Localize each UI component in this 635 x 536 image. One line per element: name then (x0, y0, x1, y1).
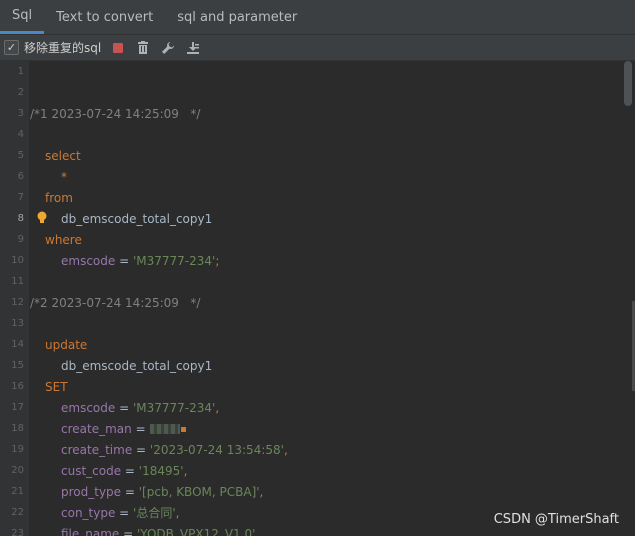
line-number: 1 (17, 66, 24, 77)
sql-keyword: from (45, 190, 73, 205)
editor-line: 5 select (0, 145, 620, 166)
sql-keyword: where (45, 232, 82, 247)
editor-line: 3 /*1 2023-07-24 14:25:09 */ (0, 103, 620, 124)
line-number: 6 (17, 171, 24, 182)
sql-comment: /*1 2023-07-24 14:25:09 */ (30, 106, 201, 121)
editor-line: 7 from (0, 187, 620, 208)
editor-line: 16 SET (0, 376, 620, 397)
line-number: 14 (11, 339, 24, 350)
line-number: 21 (11, 486, 24, 497)
line-number: 5 (17, 150, 24, 161)
editor-line: 12 /*2 2023-07-24 14:25:09 */ (0, 292, 620, 313)
editor-line: 4 (0, 124, 620, 145)
sql-statement: emscode = 'M37777-234'; (61, 253, 220, 268)
tab-sql-and-parameter[interactable]: sql and parameter (165, 0, 309, 34)
sql-assignment: cust_code = '18495', (61, 463, 188, 478)
line-number: 17 (11, 402, 24, 413)
line-number: 3 (17, 108, 24, 119)
trash-icon[interactable] (135, 40, 151, 56)
editor-line: 15 db_emscode_total_copy1 (0, 355, 620, 376)
editor-line: 8 db_emscode_total_copy1 (0, 208, 620, 229)
sql-editor[interactable]: 1 2 3 /*1 2023-07-24 14:25:09 */ 4 5 sel… (0, 61, 635, 536)
sql-table-name: db_emscode_total_copy1 (61, 358, 213, 373)
line-number: 13 (11, 318, 24, 329)
editor-line: 17 emscode = 'M37777-234', (0, 397, 620, 418)
editor-line: 2 (0, 82, 620, 103)
sql-assignment: create_man = (61, 422, 186, 436)
vertical-scrollbar[interactable] (624, 61, 632, 106)
sql-asterisk: * (61, 169, 67, 184)
wrench-icon[interactable] (160, 40, 176, 56)
editor-line: 21 prod_type = '[pcb, KBOM, PCBA]', (0, 481, 620, 502)
sql-keyword: update (45, 337, 88, 352)
editor-line: 6 * (0, 166, 620, 187)
line-number: 8 (17, 213, 24, 224)
editor-line: 9 where (0, 229, 620, 250)
download-icon[interactable] (185, 40, 201, 56)
stop-icon[interactable] (110, 40, 126, 56)
editor-line: 14 update (0, 334, 620, 355)
remove-duplicate-checkbox[interactable]: ✓ (4, 40, 19, 55)
editor-line: 11 (0, 271, 620, 292)
sql-assignment: file_name = 'YODB_VPX12_V1.0', (61, 526, 260, 536)
line-number: 15 (11, 360, 24, 371)
line-number: 22 (11, 507, 24, 518)
line-number: 23 (11, 528, 24, 536)
sql-assignment: con_type = '总合同', (61, 506, 180, 520)
editor-line: 10 emscode = 'M37777-234'; (0, 250, 620, 271)
line-number: 16 (11, 381, 24, 392)
line-number: 10 (11, 255, 24, 266)
blurred-value (149, 424, 180, 434)
sql-comment: /*2 2023-07-24 14:25:09 */ (30, 295, 201, 310)
line-number: 2 (17, 87, 24, 98)
line-number: 19 (11, 444, 24, 455)
line-number: 7 (17, 192, 24, 203)
sql-keyword: SET (45, 379, 68, 394)
line-number: 11 (11, 276, 24, 287)
editor-line: 19 create_time = '2023-07-24 13:54:58', (0, 439, 620, 460)
editor-line: 13 (0, 313, 620, 334)
line-number: 20 (11, 465, 24, 476)
line-number: 9 (17, 234, 24, 245)
sql-assignment: emscode = 'M37777-234', (61, 400, 220, 415)
toolbar: ✓ 移除重复的sql (0, 35, 635, 61)
sql-assignment: prod_type = '[pcb, KBOM, PCBA]', (61, 484, 264, 499)
sql-keyword: select (45, 148, 81, 163)
editor-line: 20 cust_code = '18495', (0, 460, 620, 481)
lightbulb-icon[interactable] (37, 211, 47, 225)
tab-sql[interactable]: Sql (0, 0, 45, 34)
line-number: 4 (17, 129, 24, 140)
remove-duplicate-label[interactable]: 移除重复的sql (24, 39, 101, 56)
line-number: 18 (11, 423, 24, 434)
tab-bar: Sql Text to convert sql and parameter (0, 0, 635, 35)
tab-text-to-convert[interactable]: Text to convert (44, 0, 165, 34)
line-number: 12 (11, 297, 24, 308)
watermark: CSDN @TimerShaft (493, 512, 619, 527)
sql-assignment: create_time = '2023-07-24 13:54:58', (61, 442, 288, 457)
sql-table-name: db_emscode_total_copy1 (61, 211, 213, 226)
editor-line: 18 create_man = (0, 418, 620, 439)
editor-line: 1 (0, 61, 620, 82)
